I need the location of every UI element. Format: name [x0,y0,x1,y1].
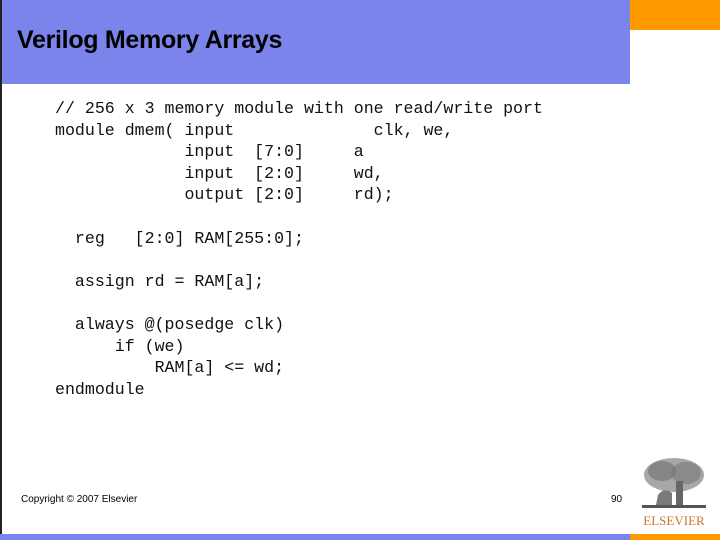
code-line: RAM[a] <= wd; [55,358,285,378]
title-banner: Verilog Memory Arrays [0,0,630,84]
bottom-blue-bar [0,534,630,540]
left-border [0,0,2,540]
code-line: input [2:0] wd, [55,163,384,183]
code-line: if (we) [55,336,185,356]
code-line: module dmem( input clk, we, [55,120,454,140]
tree-icon [638,455,710,513]
page-number: 90 [611,494,623,505]
code-line: // 256 x 3 memory module with one read/w… [55,99,543,118]
orange-accent-bar-top [630,0,720,30]
elsevier-logo: ELSEVIER [638,455,710,529]
code-line: always @(posedge clk) [55,314,285,334]
code-line: assign rd = RAM[a]; [55,271,265,291]
verilog-code-block: // 256 x 3 memory module with one read/w… [55,98,543,400]
code-line: input [7:0] a [55,142,364,162]
copyright-notice: Copyright © 2007 Elsevier [21,494,138,505]
code-line: output [2:0] rd); [55,185,394,205]
slide-title: Verilog Memory Arrays [17,26,283,54]
bottom-orange-bar [630,534,720,540]
elsevier-logo-text: ELSEVIER [643,513,705,528]
code-line: endmodule [55,379,145,399]
code-line: reg [2:0] RAM[255:0]; [55,228,304,248]
